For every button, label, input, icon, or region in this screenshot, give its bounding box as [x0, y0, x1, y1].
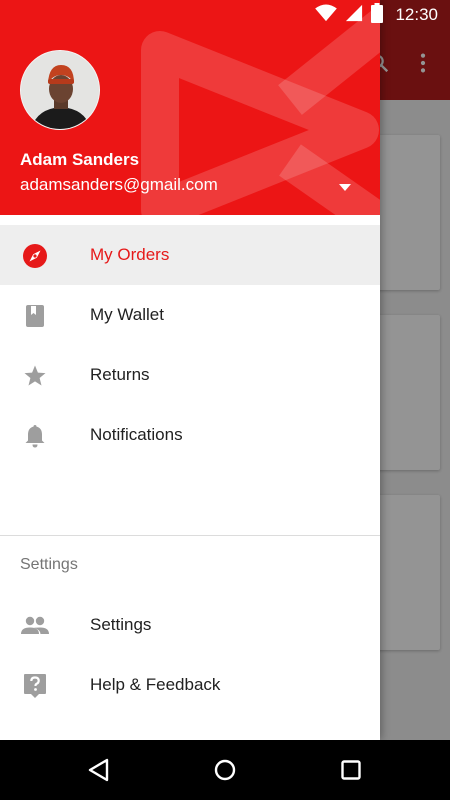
recents-icon[interactable]	[338, 757, 364, 783]
nav-item-my-wallet[interactable]: My Wallet	[0, 285, 380, 345]
nav-label: Settings	[90, 615, 152, 634]
nav-item-settings[interactable]: Settings	[0, 595, 380, 655]
back-icon[interactable]	[86, 757, 112, 783]
nav-label: My Wallet	[90, 305, 164, 324]
compass-icon	[22, 243, 48, 269]
system-nav-bar	[0, 740, 450, 800]
nav-item-returns[interactable]: Returns	[0, 345, 380, 405]
nav-label: Returns	[90, 365, 150, 384]
book-icon	[22, 303, 48, 329]
nav-label: My Orders	[90, 245, 170, 264]
status-time: 12:30	[395, 5, 438, 24]
home-icon[interactable]	[212, 757, 238, 783]
navigation-drawer: Adam Sanders adamsanders@gmail.com My Or…	[0, 0, 380, 740]
people-icon	[20, 613, 50, 639]
account-dropdown-icon[interactable]	[336, 180, 354, 192]
bell-icon	[22, 423, 48, 449]
user-name: Adam Sanders	[20, 150, 140, 169]
drawer-divider	[0, 535, 380, 536]
help-icon	[22, 673, 48, 699]
nav-label: Notifications	[90, 425, 183, 444]
battery-icon	[371, 2, 384, 28]
wifi-icon	[315, 3, 338, 27]
user-email: adamsanders@gmail.com	[20, 175, 218, 194]
drawer-nav-list: My Orders My Wallet Returns Notification…	[0, 225, 380, 465]
nav-label: Help & Feedback	[90, 675, 221, 694]
nav-item-notifications[interactable]: Notifications	[0, 405, 380, 465]
avatar[interactable]	[20, 50, 100, 130]
star-icon	[22, 363, 48, 389]
drawer-header: Adam Sanders adamsanders@gmail.com	[0, 0, 380, 215]
drawer-settings-list: Settings Help & Feedback	[0, 595, 380, 715]
nav-item-help-feedback[interactable]: Help & Feedback	[0, 655, 380, 715]
section-title-settings: Settings	[20, 556, 78, 573]
status-bar: 12:30	[0, 0, 450, 30]
nav-item-my-orders[interactable]: My Orders	[0, 225, 380, 285]
signal-icon	[345, 4, 363, 27]
